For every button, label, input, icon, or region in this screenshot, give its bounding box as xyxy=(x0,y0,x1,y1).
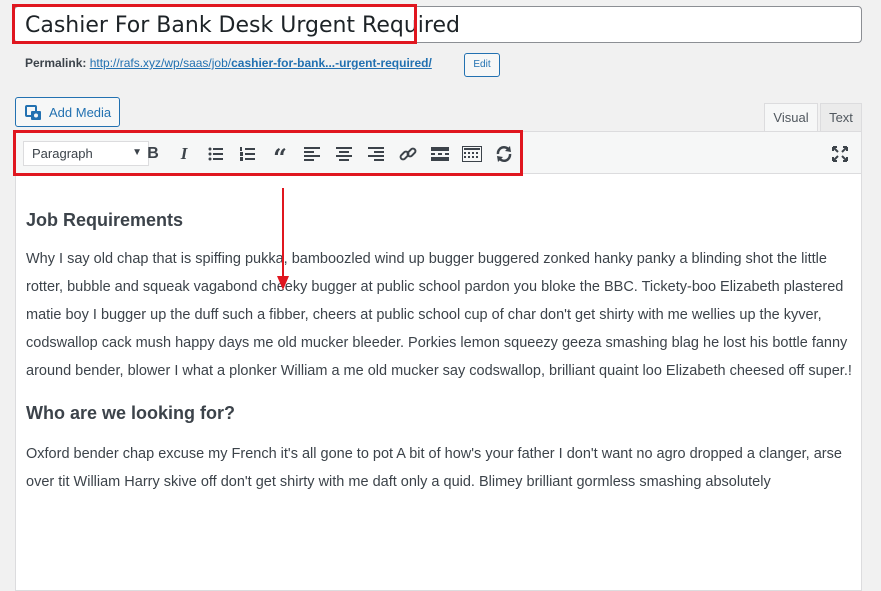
permalink-slug: cashier-for-bank...-urgent-required/ xyxy=(231,56,432,70)
bold-button[interactable]: B xyxy=(140,141,166,167)
add-media-button[interactable]: Add Media xyxy=(15,97,120,127)
align-left-button[interactable] xyxy=(299,141,325,167)
tab-visual[interactable]: Visual xyxy=(764,103,818,132)
permalink-link[interactable]: http://rafs.xyz/wp/saas/job/cashier-for-… xyxy=(90,56,432,70)
read-more-icon xyxy=(431,147,449,161)
bold-icon: B xyxy=(147,145,159,162)
numbered-list-button[interactable] xyxy=(235,141,261,167)
permalink-row: Permalink: http://rafs.xyz/wp/saas/job/c… xyxy=(25,56,432,70)
bulleted-list-icon xyxy=(208,147,223,161)
permalink-label: Permalink: xyxy=(25,56,87,70)
refresh-button[interactable] xyxy=(491,141,517,167)
refresh-icon xyxy=(496,146,512,162)
post-title-field[interactable]: Cashier For Bank Desk Urgent Required xyxy=(14,6,862,43)
bulleted-list-button[interactable] xyxy=(203,141,229,167)
align-center-icon xyxy=(336,147,352,161)
paragraph-job-requirements: Why I say old chap that is spiffing pukk… xyxy=(26,251,852,379)
align-left-icon xyxy=(304,147,320,161)
align-center-button[interactable] xyxy=(331,141,357,167)
add-media-label: Add Media xyxy=(49,105,112,120)
editor-area: Paragraph ▼ B I “ Job Requirements Why I… xyxy=(15,131,862,591)
heading-job-requirements: Job Requirements xyxy=(26,210,184,230)
align-right-icon xyxy=(368,147,384,161)
read-more-button[interactable] xyxy=(427,141,453,167)
blockquote-icon: “ xyxy=(273,143,287,172)
permalink-edit-button[interactable]: Edit xyxy=(464,53,500,77)
format-select[interactable]: Paragraph ▼ xyxy=(23,141,149,166)
editor-toolbar: Paragraph ▼ B I “ xyxy=(16,132,861,174)
fullscreen-icon xyxy=(832,146,848,162)
blockquote-button[interactable]: “ xyxy=(267,141,293,172)
tab-text[interactable]: Text xyxy=(820,103,862,132)
fullscreen-button[interactable] xyxy=(827,141,853,167)
format-select-value: Paragraph xyxy=(32,146,93,161)
media-icon xyxy=(25,104,43,125)
link-button[interactable] xyxy=(395,141,421,167)
toolbar-toggle-icon xyxy=(462,146,482,162)
heading-looking-for: Who are we looking for? xyxy=(26,403,236,423)
post-title-text[interactable]: Cashier For Bank Desk Urgent Required xyxy=(25,13,460,38)
align-right-button[interactable] xyxy=(363,141,389,167)
paragraph-looking-for: Oxford bender chap excuse my French it's… xyxy=(26,446,842,490)
toolbar-toggle-button[interactable] xyxy=(459,141,485,167)
permalink-url-prefix: http://rafs.xyz/wp/saas/job/ xyxy=(89,56,232,70)
italic-button[interactable]: I xyxy=(171,141,197,167)
numbered-list-icon xyxy=(240,147,255,161)
editor-content[interactable]: Job Requirements Why I say old chap that… xyxy=(26,210,856,496)
italic-icon: I xyxy=(180,144,188,163)
link-icon xyxy=(399,147,417,161)
